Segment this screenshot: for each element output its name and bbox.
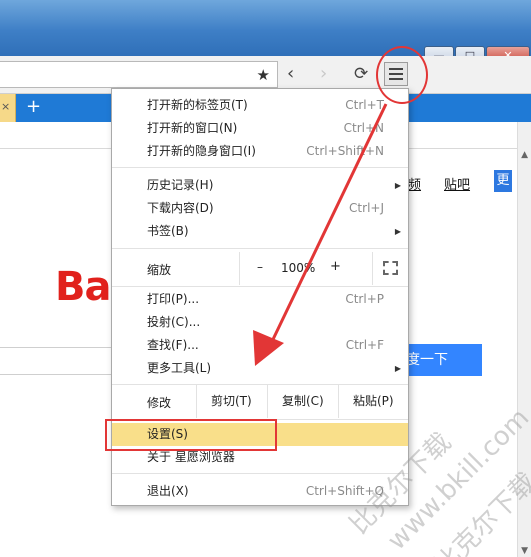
menu-item-label: 打开新的隐身窗口(I) xyxy=(147,144,256,158)
submenu-arrow-icon: ▶ xyxy=(394,364,401,373)
edit-label: 修改 xyxy=(147,396,172,410)
menu-item-label: 打印(P)... xyxy=(147,292,200,306)
menu-item-label: 更多工具(L) xyxy=(147,361,212,375)
zoom-label: 缩放 xyxy=(147,263,172,277)
address-bar[interactable]: ★ xyxy=(0,61,278,88)
forward-icon[interactable]: › xyxy=(320,64,327,84)
search-button[interactable]: 度一下 xyxy=(398,344,482,376)
nav-link-video[interactable]: 频 xyxy=(408,174,421,193)
menu-separator xyxy=(112,473,408,474)
menu-item-label: 书签(B) xyxy=(147,224,189,238)
scroll-down-icon[interactable]: ▼ xyxy=(521,546,528,556)
menu-item-label: 打开新的窗口(N) xyxy=(147,121,238,135)
menu-item-label: 投射(C)... xyxy=(147,315,201,329)
menu-edit-row: 修改 剪切(T) 复制(C) 粘贴(P) xyxy=(112,385,408,418)
scroll-up-icon[interactable]: ▲ xyxy=(521,150,528,160)
zoom-level: 100% xyxy=(281,261,316,275)
window-titlebar: — □ ✕ xyxy=(0,0,531,64)
menu-item-label: 查找(F)... xyxy=(147,338,199,352)
menu-item-new-window[interactable]: 打开新的窗口(N) Ctrl+N xyxy=(112,117,408,140)
new-tab-button[interactable]: + xyxy=(26,96,41,117)
menu-item-label: 下载内容(D) xyxy=(147,201,214,215)
menu-item-bookmarks[interactable]: 书签(B) ▶ xyxy=(112,220,408,243)
annotation-box xyxy=(105,419,277,451)
baidu-logo: Ba xyxy=(55,264,111,310)
menu-separator xyxy=(112,167,408,168)
menu-item-new-incognito-window[interactable]: 打开新的隐身窗口(I) Ctrl+Shift+N xyxy=(112,140,408,163)
menu-item-shortcut: Ctrl+T xyxy=(345,98,384,112)
zoom-out-button[interactable]: – xyxy=(257,260,263,274)
fullscreen-icon xyxy=(383,261,398,275)
menu-item-new-tab[interactable]: 打开新的标签页(T) Ctrl+T xyxy=(112,94,408,117)
nav-link-tieba[interactable]: 贴吧 xyxy=(444,174,470,193)
menu-item-shortcut: Ctrl+N xyxy=(343,121,384,135)
back-icon[interactable]: ‹ xyxy=(287,64,294,84)
menu-item-downloads[interactable]: 下载内容(D) Ctrl+J xyxy=(112,197,408,220)
fullscreen-button[interactable] xyxy=(372,252,409,285)
submenu-arrow-icon: ▶ xyxy=(394,181,401,190)
menu-zoom-row: 缩放 – 100% + xyxy=(112,252,408,285)
menu-item-shortcut: Ctrl+Shift+N xyxy=(306,144,384,158)
annotation-circle xyxy=(376,46,428,104)
copy-button[interactable]: 复制(C) xyxy=(267,385,338,418)
zoom-in-button[interactable]: + xyxy=(330,259,341,274)
reload-icon[interactable]: ⟳ xyxy=(354,64,368,84)
submenu-arrow-icon: ▶ xyxy=(394,227,401,236)
zoom-control: – 100% + xyxy=(239,252,408,285)
tab-active[interactable]: × xyxy=(0,94,16,122)
cut-button[interactable]: 剪切(T) xyxy=(196,385,267,418)
menu-item-cast[interactable]: 投射(C)... xyxy=(112,311,408,334)
menu-item-find[interactable]: 查找(F)... Ctrl+F xyxy=(112,334,408,357)
menu-item-history[interactable]: 历史记录(H) ▶ xyxy=(112,174,408,197)
menu-item-print[interactable]: 打印(P)... Ctrl+P xyxy=(112,288,408,311)
menu-item-more-tools[interactable]: 更多工具(L) ▶ xyxy=(112,357,408,380)
bookmark-star-icon[interactable]: ★ xyxy=(257,66,270,84)
paste-button[interactable]: 粘贴(P) xyxy=(338,385,408,418)
menu-item-shortcut: Ctrl+J xyxy=(349,201,384,215)
menu-item-label: 历史记录(H) xyxy=(147,178,214,192)
menu-item-shortcut: Ctrl+P xyxy=(345,292,384,306)
menu-separator xyxy=(112,248,408,249)
menu-item-label: 退出(X) xyxy=(147,484,189,498)
menu-item-shortcut: Ctrl+F xyxy=(345,338,384,352)
nav-more-button[interactable]: 更 xyxy=(494,170,512,192)
menu-separator xyxy=(112,286,408,287)
menu-item-label: 打开新的标签页(T) xyxy=(147,98,248,112)
tab-close-icon[interactable]: × xyxy=(1,100,10,113)
